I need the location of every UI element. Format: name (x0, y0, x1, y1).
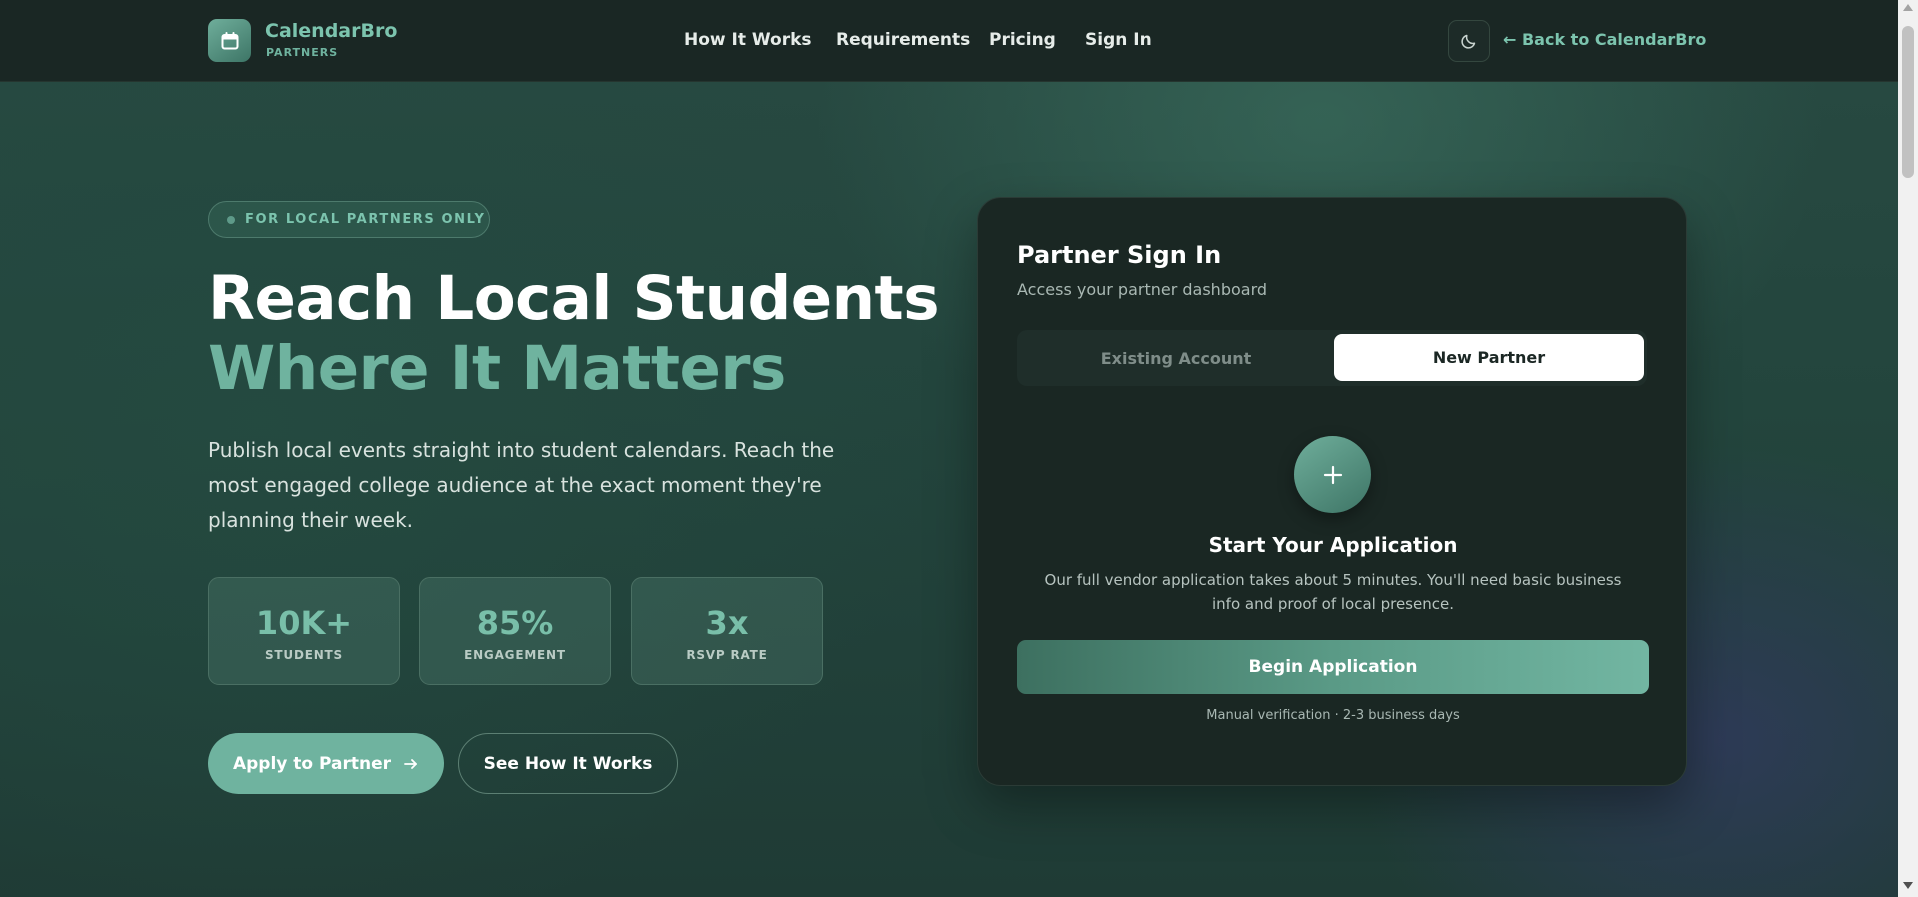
page-scrollbar[interactable] (1898, 0, 1918, 897)
partners-only-badge: FOR LOCAL PARTNERS ONLY (208, 201, 490, 238)
card-subtitle: Access your partner dashboard (1017, 280, 1268, 299)
badge-dot (227, 215, 235, 224)
stat-label: ENGAGEMENT (464, 648, 566, 662)
verification-note: Manual verification · 2-3 business days (1206, 708, 1460, 723)
account-tabs: Existing Account New Partner (1017, 330, 1647, 386)
begin-application-button[interactable]: Begin Application (1017, 640, 1649, 694)
stat-value: 3x (705, 604, 749, 642)
stat-card-rsvp-rate: 3x RSVP RATE (631, 577, 823, 685)
brand-logo[interactable] (208, 19, 251, 62)
start-application-description: Our full vendor application takes about … (1044, 571, 1622, 613)
scroll-up-arrow[interactable] (1903, 4, 1913, 11)
theme-toggle-button[interactable] (1448, 20, 1490, 62)
badge-text: FOR LOCAL PARTNERS ONLY (245, 212, 486, 227)
nav-requirements[interactable]: Requirements (836, 30, 970, 50)
top-nav-bar: CalendarBro PARTNERS How It Works Requir… (0, 0, 1898, 82)
apply-to-partner-button[interactable]: Apply to Partner (208, 733, 444, 794)
stat-card-engagement: 85% ENGAGEMENT (419, 577, 611, 685)
stat-value: 10K+ (255, 604, 353, 642)
stat-card-students: 10K+ STUDENTS (208, 577, 400, 685)
brand-name[interactable]: CalendarBro (265, 20, 397, 42)
scroll-thumb[interactable] (1902, 26, 1914, 178)
hero-description: Publish local events straight into stude… (208, 438, 835, 532)
calendar-icon (221, 31, 238, 49)
plus-icon (1323, 465, 1342, 484)
hero-title-accent: Where It Matters (208, 333, 786, 404)
stat-label: RSVP RATE (686, 648, 768, 662)
partner-sign-in-card: Partner Sign In Access your partner dash… (977, 197, 1687, 786)
back-to-calendarbro-link[interactable]: ← Back to CalendarBro (1503, 30, 1706, 49)
card-title: Partner Sign In (1017, 241, 1222, 269)
scroll-down-arrow[interactable] (1903, 882, 1913, 889)
stat-label: STUDENTS (264, 648, 343, 662)
stat-value: 85% (476, 604, 554, 642)
tab-existing-account[interactable]: Existing Account (1021, 334, 1331, 382)
arrow-right-icon (404, 758, 417, 769)
hero-title: Reach Local Students (208, 263, 940, 334)
brand-subtitle: PARTNERS (266, 46, 339, 59)
nav-pricing[interactable]: Pricing (989, 30, 1056, 50)
nav-sign-in[interactable]: Sign In (1085, 30, 1152, 50)
tab-new-partner[interactable]: New Partner (1334, 334, 1644, 381)
nav-how-it-works[interactable]: How It Works (684, 30, 812, 50)
see-how-it-works-button[interactable]: See How It Works (458, 733, 678, 794)
start-application-icon-badge (1294, 436, 1371, 513)
moon-icon (1461, 34, 1476, 49)
apply-button-label: Apply to Partner (232, 753, 392, 774)
start-application-title: Start Your Application (1208, 533, 1458, 557)
